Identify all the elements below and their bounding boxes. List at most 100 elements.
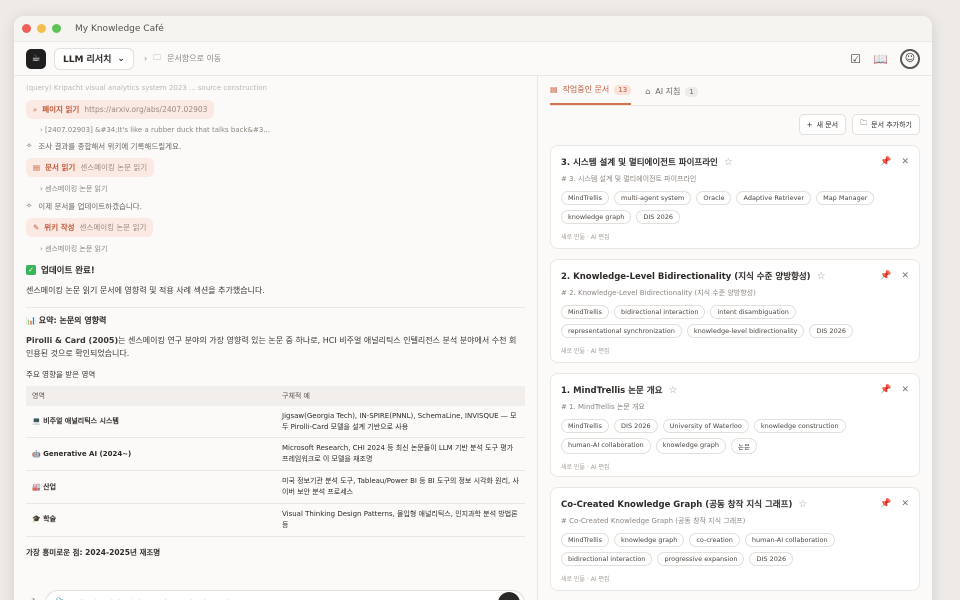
tag-chip[interactable]: knowledge graph [561,210,632,224]
tag-chip[interactable]: knowledge graph [655,438,726,454]
close-icon[interactable]: ✕ [901,385,909,395]
table-row: 🏭 산업 미국 정보기관 분석 도구, Tableau/Power BI 등 B… [26,470,525,504]
bulb-icon: ✧ [26,201,33,210]
model-select-label: LLM 리서치 [63,55,112,65]
document-card[interactable]: Co-Created Knowledge Graph (공동 창작 지식 그래프… [550,487,920,591]
document-stack-icon: ▤ [550,85,558,94]
model-select[interactable]: LLM 리서치 ⌄ [54,47,134,70]
check-icon: ✓ [26,265,36,275]
tag-chip[interactable]: bidirectional interaction [614,305,706,319]
zoom-window-button[interactable] [52,24,61,33]
document-meta: 새로 만듦 · AI 편집 [561,348,610,355]
pin-icon[interactable]: 📌 [880,271,891,281]
add-document-button[interactable]: 🗀 문서 추가하기 [852,114,920,135]
tag-chip[interactable]: multi-agent system [614,191,692,205]
tag-chip[interactable]: MindTrellis [561,419,610,433]
tag-chip[interactable]: MindTrellis [561,191,610,205]
table-row: 💻 비주얼 애널리틱스 시스템 Jigsaw(Georgia Tech), IN… [26,405,525,439]
document-icon: ▤ [33,163,41,172]
tag-chip[interactable]: bidirectional interaction [561,552,653,566]
document-title: 3. 시스템 설계 및 멀티에이전트 파이프라인 [561,158,718,168]
tool-step-read-page[interactable]: ⌕ 페이지 읽기 https://arxiv.org/abs/2407.0290… [26,100,215,119]
tool-step-read-document[interactable]: ▤ 문서 읽기 센스메이킹 논문 읽기 [26,158,155,177]
book-icon[interactable]: 📖 [873,52,888,66]
document-card[interactable]: 3. 시스템 설계 및 멀티에이전트 파이프라인 ☆ 📌 ✕ # 3. 시스템 … [550,145,920,249]
send-button[interactable]: ➤ [498,592,520,600]
close-icon[interactable]: ✕ [901,499,909,509]
tag-chip[interactable]: representational synchronization [561,324,682,338]
document-subtitle: # Co-Created Knowledge Graph (공동 창작 지식 그… [561,517,746,525]
chevron-down-icon: ⌄ [117,53,125,64]
tag-chip[interactable]: 논문 [731,438,757,454]
avatar[interactable]: ☺ [900,48,920,69]
tool-step-result: › [2407.02903] &#34;It's like a rubber d… [40,126,271,134]
document-meta: 새로 만듦 · AI 편집 [561,464,610,471]
document-card[interactable]: 1. MindTrellis 논문 개요 ☆ 📌 ✕ # 1. MindTrel… [550,373,920,477]
close-window-button[interactable] [22,24,31,33]
table-header: 영역 [26,385,276,406]
tag-chip[interactable]: knowledge graph [614,533,685,547]
document-meta: 새로 만듦 · AI 편집 [561,576,610,583]
tag-chip[interactable]: MindTrellis [561,305,610,319]
impact-table: 영역 구체적 예 💻 비주얼 애널리틱스 시스템 Jigsaw(Georgia … [26,385,525,537]
document-card[interactable]: 2. Knowledge-Level Bidirectionality (지식 … [550,259,920,363]
document-subtitle: # 2. Knowledge-Level Bidirectionality (지… [561,289,756,297]
tag-chip[interactable]: DIS 2026 [614,419,658,433]
expand-icon[interactable]: ⤢ [26,596,35,600]
table-caption: 주요 영향을 받은 영역 [26,369,96,379]
star-icon[interactable]: ☆ [668,385,677,396]
tag-chip[interactable]: intent disambiguation [710,305,796,319]
footer-note: 가장 흥미로운 점: 2024-2025년 재조명 [26,547,161,557]
star-icon[interactable]: ☆ [817,271,826,282]
folder-icon: 🗀 [153,52,162,62]
pin-icon[interactable]: 📌 [880,157,891,167]
tag-chip[interactable]: University of Waterloo [662,419,749,433]
tag-chip[interactable]: Oracle [696,191,732,205]
update-heading: ✓ 업데이트 완료! [26,264,525,276]
tag-chip[interactable]: human-AI collaboration [744,533,835,547]
document-title: Co-Created Knowledge Graph (공동 창작 지식 그래프… [561,500,793,510]
tag-chip[interactable]: DIS 2026 [809,324,854,338]
pin-icon[interactable]: 📌 [880,385,891,395]
message-input-box[interactable]: 📎 ➤ [44,590,525,600]
star-icon[interactable]: ☆ [798,499,807,510]
tag-chip[interactable]: knowledge construction [753,419,846,433]
plus-icon: + [806,120,813,129]
close-icon[interactable]: ✕ [901,157,909,167]
tool-step-result: › 센스메이킹 논문 읽기 [40,185,108,193]
tag-chip[interactable]: Adaptive Retriever [736,191,812,205]
window-title: My Knowledge Café [75,23,164,34]
tag-chip[interactable]: DIS 2026 [749,552,794,566]
document-subtitle: # 3. 시스템 설계 및 멀티에이전트 파이프라인 [561,175,697,183]
minimize-window-button[interactable] [37,24,46,33]
tag-chip[interactable]: Map Manager [816,191,875,205]
close-icon[interactable]: ✕ [901,271,909,281]
folder-icon: 🗀 [860,119,868,127]
app-logo: ☕ [26,48,46,69]
tag-chip[interactable]: MindTrellis [561,533,610,547]
tag-chip[interactable]: DIS 2026 [636,210,680,224]
checklist-icon[interactable]: ☑ [850,52,861,66]
search-icon: ⌕ [33,104,38,114]
tag-list: MindTrellis multi-agent system Oracle Ad… [561,191,909,224]
update-body: 센스메이킹 논문 읽기 문서에 영향력 및 적용 사례 섹션을 추가했습니다. [26,286,265,295]
tool-step-write-wiki[interactable]: ✎ 위키 작성 센스메이킹 논문 읽기 [26,218,154,237]
chat-panel: (query) Kripacht visual analytics system… [14,76,538,600]
tag-chip[interactable]: human-AI collaboration [561,438,651,454]
title-bar: My Knowledge Café [14,16,932,42]
go-to-library-link[interactable]: 문서함으로 이동 [167,53,221,64]
tag-icon: ⌂ [645,87,651,96]
tab-working-documents[interactable]: ▤ 작업중인 문서 13 [550,84,632,105]
tag-chip[interactable]: co-creation [689,533,740,547]
pin-icon[interactable]: 📌 [880,499,891,509]
breadcrumb[interactable]: › 🗀 문서함으로 이동 [144,52,221,66]
tab-ai-guidelines[interactable]: ⌂ AI 지침 1 [645,86,698,105]
chevron-right-icon: › [143,54,148,63]
new-document-button[interactable]: + 새 문서 [798,114,847,135]
table-row: 🤖 Generative AI (2024~) Microsoft Resear… [26,437,525,472]
count-badge: 13 [614,84,632,95]
star-icon[interactable]: ☆ [724,157,733,168]
tag-chip[interactable]: progressive expansion [657,552,745,566]
tag-chip[interactable]: knowledge-level bidirectionality [686,324,805,338]
count-badge: 1 [685,86,698,97]
